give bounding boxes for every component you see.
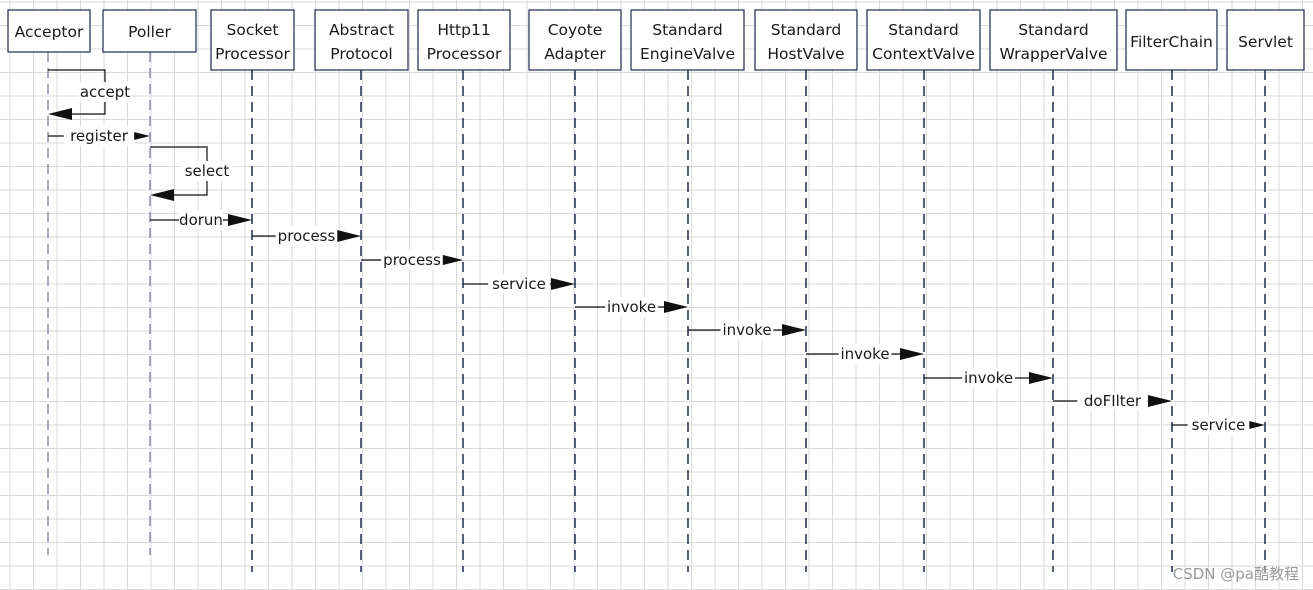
participant-abstract-protocol: Abstract Protocol: [314, 9, 409, 572]
message-invoke: invoke: [924, 368, 1053, 388]
message-label: doFIlter: [1084, 392, 1142, 410]
participant-label: EngineValve: [640, 45, 735, 63]
message-service: service: [1172, 415, 1265, 435]
participant-standard-hostvalve: Standard HostValve: [754, 9, 858, 572]
participant-label: Standard: [1018, 21, 1089, 39]
participant-standard-contextvalve: Standard ContextValve: [866, 9, 981, 572]
participant-label: Poller: [128, 23, 171, 41]
message-invoke: invoke: [575, 297, 688, 317]
participant-label: Abstract: [329, 21, 394, 39]
participant-label: HostValve: [767, 45, 844, 63]
participant-standard-wrappervalve: Standard WrapperValve: [989, 9, 1118, 572]
participant-label: Processor: [427, 45, 502, 63]
message-label: process: [383, 251, 441, 269]
message-label: accept: [80, 83, 130, 101]
participant-label: Coyote: [548, 21, 603, 39]
message-label: invoke: [964, 369, 1013, 387]
message-label: process: [278, 227, 336, 245]
message-dofilter: doFIlter: [1053, 391, 1172, 411]
participant-label: Http11: [437, 21, 490, 39]
arrowhead-icon: [337, 230, 361, 242]
participant-label: Socket: [227, 21, 279, 39]
participant-label: Adapter: [544, 45, 606, 63]
participant-label: WrapperValve: [999, 45, 1107, 63]
participant-label: ContextValve: [872, 45, 975, 63]
participant-filterchain: FilterChain: [1125, 9, 1218, 572]
message-label: register: [70, 127, 129, 145]
message-label: invoke: [722, 321, 771, 339]
arrowhead-icon: [1029, 372, 1053, 384]
participant-label: FilterChain: [1130, 33, 1213, 51]
arrowhead-icon: [900, 348, 924, 360]
message-invoke: invoke: [688, 320, 806, 340]
participant-servlet: Servlet: [1226, 9, 1305, 572]
participant-label: Standard: [652, 21, 723, 39]
message-invoke: invoke: [806, 344, 924, 364]
arrowhead-icon: [150, 189, 174, 201]
arrowhead-icon: [48, 108, 72, 120]
participant-label: Processor: [215, 45, 290, 63]
arrowhead-icon: [782, 324, 806, 336]
sequence-diagram: Acceptor Poller Socket Processor Abstract Pro…: [0, 0, 1313, 590]
message-label: dorun: [179, 211, 223, 229]
participant-standard-enginevalve: Standard EngineValve: [630, 9, 745, 572]
participant-label: Protocol: [330, 45, 392, 63]
grid: [0, 0, 1313, 590]
message-label: service: [492, 275, 546, 293]
arrowhead-icon: [551, 278, 575, 290]
participant-label: Acceptor: [15, 23, 84, 41]
arrowhead-icon: [228, 214, 252, 226]
arrowhead-icon: [1148, 395, 1172, 407]
message-select: select: [150, 146, 234, 201]
participant-acceptor: Acceptor: [7, 9, 91, 555]
participant-label: Standard: [771, 21, 842, 39]
participant-socket-processor: Socket Processor: [210, 9, 295, 572]
watermark: CSDN @pa酷教程: [1172, 565, 1299, 583]
message-label: invoke: [607, 298, 656, 316]
message-label: invoke: [840, 345, 889, 363]
message-label: select: [185, 162, 230, 180]
message-label: service: [1192, 416, 1246, 434]
message-process: process: [361, 250, 463, 270]
participant-label: Standard: [888, 21, 959, 39]
participant-label: Servlet: [1238, 33, 1293, 51]
arrowhead-icon: [664, 301, 688, 313]
message-accept: accept: [48, 69, 132, 120]
